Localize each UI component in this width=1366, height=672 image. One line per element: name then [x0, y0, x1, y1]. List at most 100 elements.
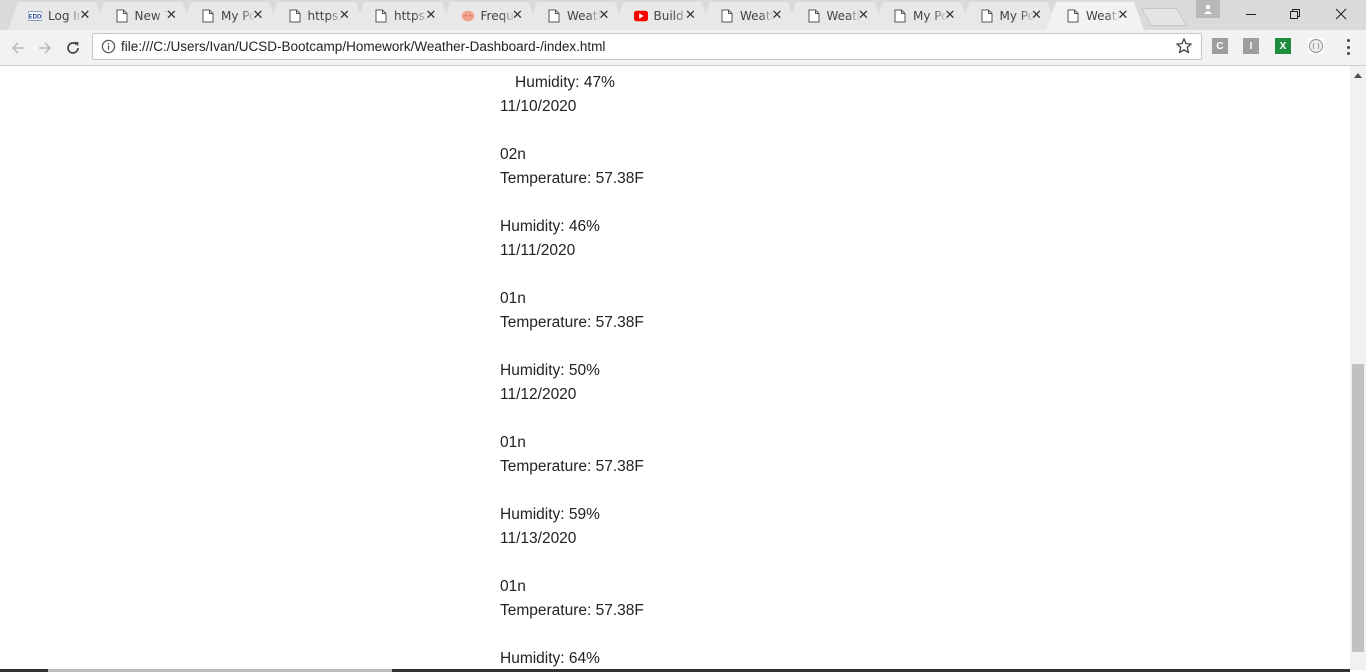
- restore-icon: [1290, 9, 1300, 19]
- svg-text:EDD: EDD: [29, 14, 42, 21]
- tab-close-icon[interactable]: ✕: [770, 9, 784, 23]
- close-icon: [1335, 8, 1347, 20]
- youtube-icon: [634, 9, 648, 23]
- page-icon: [374, 9, 388, 23]
- tab-title: My Portfolio: [913, 9, 947, 23]
- menu-dot: [1346, 52, 1350, 55]
- date-text: 11/11/2020: [500, 242, 576, 259]
- circle-extension-glyph: [1308, 38, 1324, 54]
- restore-button[interactable]: [1272, 0, 1318, 28]
- back-button[interactable]: [6, 36, 30, 60]
- minimize-button[interactable]: [1228, 0, 1274, 28]
- reload-icon: [67, 41, 79, 54]
- page-content: Humidity: 47% 11/10/2020 02n Temperature…: [0, 66, 1350, 670]
- address-bar-url[interactable]: file:///C:/Users/Ivan/UCSD-Bootcamp/Home…: [121, 38, 605, 56]
- page-icon: [1066, 9, 1080, 23]
- back-arrow-icon: [11, 42, 24, 54]
- tab-title: Weather: [826, 9, 858, 23]
- tab-close-icon[interactable]: ✕: [165, 9, 179, 23]
- page-icon: [547, 9, 561, 23]
- tab-close-icon[interactable]: ✕: [943, 9, 957, 23]
- tab-title: New Tab: [134, 9, 169, 23]
- forward-arrow-icon: [39, 42, 52, 54]
- new-tab-button[interactable]: [1140, 8, 1188, 26]
- tab[interactable]: Build ✕: [614, 2, 712, 30]
- page-icon: [720, 9, 734, 23]
- octocat-icon: [461, 9, 475, 23]
- close-window-button[interactable]: [1318, 0, 1364, 28]
- edd-icon: EDD: [28, 9, 42, 23]
- page-icon: [893, 9, 907, 23]
- browser-menu-button[interactable]: [1340, 37, 1356, 57]
- forward-button[interactable]: [33, 36, 57, 60]
- tab-title: Weather: [1086, 9, 1117, 23]
- tab[interactable]: Frequently✕: [441, 2, 539, 30]
- date-text: 11/13/2020: [500, 530, 577, 547]
- page-icon: [980, 9, 994, 23]
- page-icon: [201, 9, 215, 23]
- tab[interactable]: My Portfolio✕: [873, 2, 971, 30]
- tab-title: Weather: [740, 9, 771, 23]
- extension-x-icon[interactable]: X: [1275, 38, 1291, 54]
- page-icon: [807, 9, 821, 23]
- humidity-text: Humidity: 46%: [500, 218, 600, 235]
- tab-close-icon[interactable]: ✕: [1116, 9, 1130, 23]
- tab-title: https://: [394, 9, 428, 23]
- tab[interactable]: New Tab✕: [95, 2, 193, 30]
- page-icon: [288, 9, 302, 23]
- tab[interactable]: EDD Log In ✕: [8, 2, 106, 30]
- humidity-text: Humidity: 64%: [500, 650, 600, 667]
- scroll-up-arrow-icon: [1354, 72, 1362, 78]
- humidity-text: Humidity: 59%: [500, 506, 600, 523]
- tab[interactable]: https://✕: [268, 2, 366, 30]
- tab-close-icon[interactable]: ✕: [78, 9, 92, 23]
- tab-close-icon[interactable]: ✕: [251, 9, 265, 23]
- tab-close-icon[interactable]: ✕: [684, 9, 698, 23]
- address-bar[interactable]: file:///C:/Users/Ivan/UCSD-Bootcamp/Home…: [92, 33, 1202, 60]
- tab-title: https://: [307, 9, 342, 23]
- tab[interactable]: My Portfolio✕: [181, 2, 279, 30]
- temperature-text: Temperature: 57.38F: [500, 314, 644, 331]
- temperature-text: Temperature: 57.38F: [500, 458, 644, 475]
- bookmark-star-icon[interactable]: [1175, 37, 1193, 55]
- tab-close-icon[interactable]: ✕: [511, 9, 525, 23]
- info-icon[interactable]: [101, 39, 116, 54]
- extension-c-icon[interactable]: C: [1212, 38, 1228, 54]
- tab[interactable]: Weather✕: [527, 2, 625, 30]
- temperature-text: Temperature: 57.38F: [500, 170, 644, 187]
- vertical-scrollbar[interactable]: [1350, 66, 1366, 670]
- tab-strip: EDDLog In✕New Tab✕My Portfolio✕https://✕…: [0, 0, 1366, 30]
- date-text: 11/10/2020: [500, 98, 577, 115]
- person-icon: [1204, 4, 1212, 14]
- tab[interactable]: Weather✕: [787, 2, 885, 30]
- tab-close-icon[interactable]: ✕: [857, 9, 871, 23]
- tab-title: Weather: [567, 9, 598, 23]
- tab-active[interactable]: Weather✕: [1046, 2, 1144, 30]
- tab-close-icon[interactable]: ✕: [424, 9, 438, 23]
- scroll-up-button[interactable]: [1350, 66, 1366, 83]
- menu-dot: [1346, 39, 1350, 42]
- icon-code-text: 01n: [500, 434, 526, 451]
- menu-dot: [1346, 45, 1350, 49]
- minimize-icon: [1246, 14, 1256, 15]
- tab-title: Log In: [48, 9, 82, 23]
- page-icon: [115, 9, 129, 23]
- tab-title: My Portfolio: [999, 9, 1034, 23]
- temperature-text: Temperature: 57.38F: [500, 602, 644, 619]
- tab-title: Frequently: [480, 9, 514, 23]
- tab-title: My Portfolio: [221, 9, 255, 23]
- tab-close-icon[interactable]: ✕: [597, 9, 611, 23]
- profile-button[interactable]: [1196, 0, 1220, 18]
- extension-circle-icon[interactable]: [1308, 38, 1324, 54]
- icon-code-text: 02n: [500, 146, 526, 163]
- reload-button[interactable]: [61, 36, 85, 60]
- tab[interactable]: https://✕: [354, 2, 452, 30]
- extension-i-icon[interactable]: I: [1243, 38, 1259, 54]
- scrollbar-thumb[interactable]: [1352, 364, 1364, 652]
- tab[interactable]: My Portfolio✕: [960, 2, 1058, 30]
- humidity-text: Humidity: 47%: [515, 74, 615, 91]
- icon-code-text: 01n: [500, 578, 526, 595]
- tab-close-icon[interactable]: ✕: [1030, 9, 1044, 23]
- tab-close-icon[interactable]: ✕: [338, 9, 352, 23]
- tab[interactable]: Weather✕: [700, 2, 798, 30]
